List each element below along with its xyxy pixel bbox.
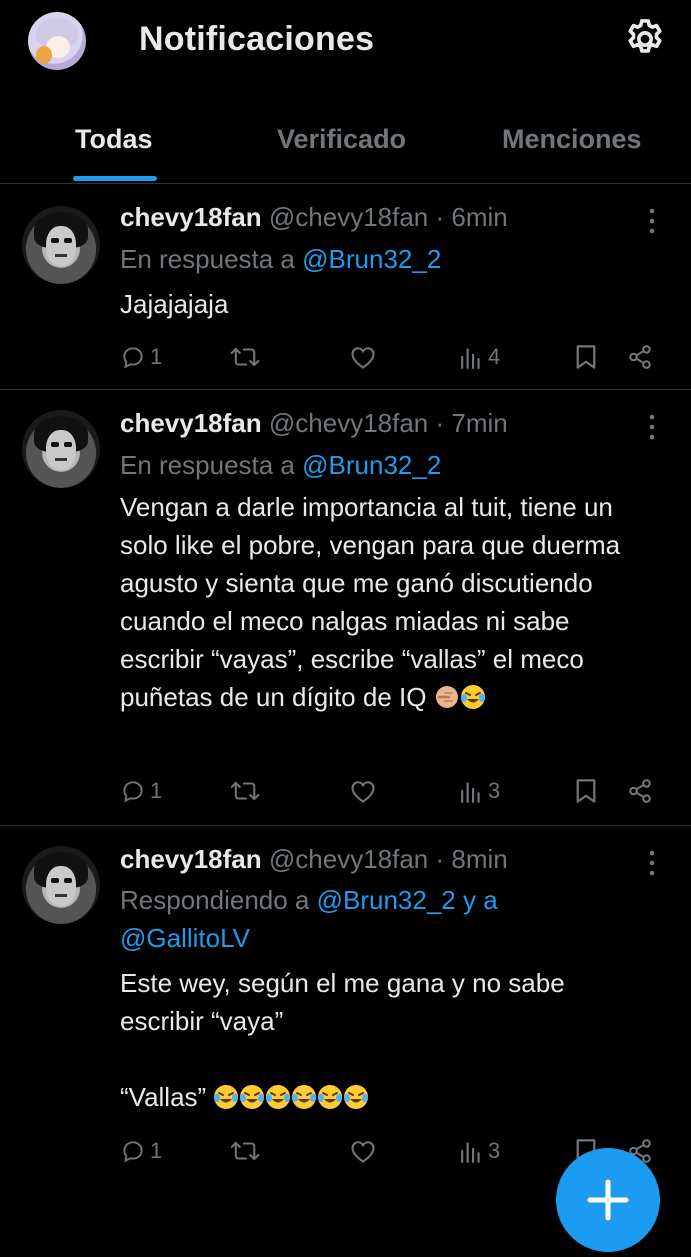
active-tab-indicator [73,176,157,181]
like-icon [351,347,375,369]
reply-icon [123,347,143,369]
mention-link[interactable]: @GallitoLV [120,923,250,953]
reply-prefix: En respuesta a [120,244,303,274]
avatar[interactable] [22,410,100,488]
bookmark-icon [576,779,596,803]
retweet-icon [230,781,260,801]
more-icon[interactable] [640,848,664,878]
retweet-button[interactable] [230,771,260,811]
post-body: Este wey, según el me gana y no sabe esc… [120,968,565,1036]
like-button[interactable] [349,1131,377,1171]
tab-verificado[interactable]: Verificado [277,124,406,155]
bookmark-button[interactable] [575,771,597,811]
laughing-emoji [213,1082,239,1109]
author-handle-time: @chevy18fan · 6min [268,202,508,232]
retweet-button[interactable] [230,1131,260,1171]
reply-context: En respuesta a @Brun32_2 [120,240,660,278]
laughing-emoji [265,1082,291,1109]
author-name[interactable]: chevy18fan [120,408,262,438]
laughing-emoji [291,1082,317,1109]
notification-tabs: Todas Verificado Menciones [0,108,691,184]
author-handle-time: @chevy18fan · 7min [268,408,508,438]
reply-count: 1 [150,344,163,369]
reply-button[interactable]: 1 [120,337,162,377]
author-handle-time: @chevy18fan · 8min [268,844,508,874]
mention-link[interactable]: @Brun32_2 y a [317,885,498,915]
pointing-hand-emoji [434,682,460,708]
views-count: 3 [488,778,501,803]
retweet-button[interactable] [230,337,260,377]
bookmark-icon [576,345,596,369]
reply-prefix: Respondiendo a [120,885,317,915]
reply-icon [123,781,143,803]
post-body-line: “Vallas” [120,1082,207,1112]
share-button[interactable] [626,771,654,811]
compose-button[interactable] [556,1148,660,1252]
views-icon [461,782,480,803]
post-line: Jajajajaja [120,289,229,319]
bookmark-button[interactable] [575,337,597,377]
more-icon[interactable] [640,206,664,236]
notification-post[interactable]: chevy18fan @chevy18fan · 6min En respues… [0,184,691,389]
views-count: 3 [488,1138,501,1163]
author-name[interactable]: chevy18fan [120,202,262,232]
views-icon [461,348,480,369]
views-button[interactable]: 4 [460,337,500,377]
author-name[interactable]: chevy18fan [120,844,262,874]
reply-icon [123,1141,143,1163]
share-icon [629,779,651,803]
post-text: Jajajajaja [120,285,660,323]
reply-prefix: En respuesta a [120,450,303,480]
retweet-icon [230,1141,260,1161]
reply-context: Respondiendo a @Brun32_2 y a @GallitoLV [120,881,660,957]
like-button[interactable] [349,337,377,377]
like-icon [351,1141,375,1163]
page-title: Notificaciones [139,20,375,58]
tab-menciones[interactable]: Menciones [502,124,642,155]
share-icon [629,345,651,369]
settings-gear-icon[interactable] [622,16,668,62]
views-count: 4 [488,344,501,369]
laughing-emoji [239,1082,265,1109]
action-bar: 1 3 [0,771,691,811]
laughing-emoji [460,682,486,709]
reply-button[interactable]: 1 [120,1131,162,1171]
plus-icon [587,1179,629,1221]
tab-todas[interactable]: Todas [75,124,153,155]
laughing-emoji [317,1082,343,1109]
mention-link[interactable]: @Brun32_2 [302,244,441,274]
notification-post[interactable]: chevy18fan @chevy18fan · 8min Respondien… [0,826,691,1200]
reply-count: 1 [150,778,163,803]
post-body: Vengan a darle importancia al tuit, tien… [120,492,621,712]
reply-button[interactable]: 1 [120,771,162,811]
mention-link[interactable]: @Brun32_2 [302,450,441,480]
post-text: Este wey, según el me gana y no sabe esc… [120,964,620,1116]
share-button[interactable] [626,337,654,377]
top-header: Notificaciones [0,0,691,90]
notification-post[interactable]: chevy18fan @chevy18fan · 7min En respues… [0,390,691,825]
reply-context: En respuesta a @Brun32_2 [120,446,660,484]
avatar[interactable] [22,206,100,284]
reply-count: 1 [150,1138,163,1163]
views-button[interactable]: 3 [460,1131,500,1171]
laughing-emoji [343,1082,369,1109]
profile-avatar[interactable] [28,12,86,70]
views-icon [461,1142,480,1163]
post-text: Vengan a darle importancia al tuit, tien… [120,488,645,716]
more-icon[interactable] [640,412,664,442]
avatar[interactable] [22,846,100,924]
views-button[interactable]: 3 [460,771,500,811]
like-button[interactable] [349,771,377,811]
like-icon [351,781,375,803]
retweet-icon [230,347,260,367]
action-bar: 1 4 [0,337,691,377]
